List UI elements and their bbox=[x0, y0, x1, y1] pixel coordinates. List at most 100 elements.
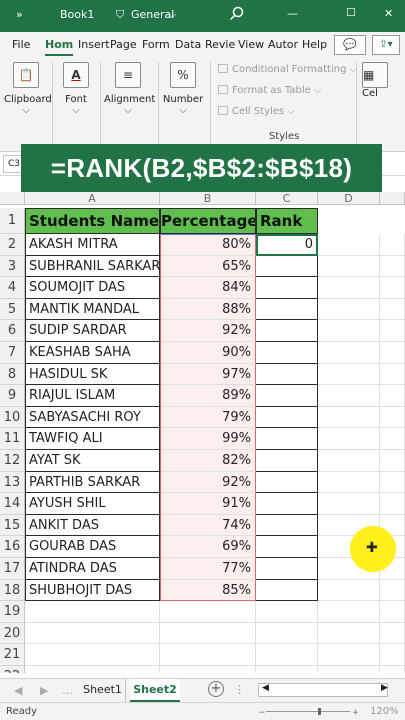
grid-cell[interactable] bbox=[318, 406, 380, 429]
header-cell-rank[interactable]: Rank bbox=[256, 208, 318, 234]
rank-cell[interactable] bbox=[256, 450, 318, 472]
comments-icon[interactable]: 💬 bbox=[334, 35, 366, 55]
grid-cell[interactable] bbox=[318, 428, 380, 450]
row-header[interactable]: 22 bbox=[0, 666, 25, 673]
row-header[interactable]: 1 bbox=[0, 208, 25, 234]
grid-cell[interactable] bbox=[380, 277, 405, 299]
row-header[interactable]: 10 bbox=[0, 406, 25, 429]
grid-cell[interactable] bbox=[318, 493, 380, 515]
rank-cell[interactable] bbox=[256, 471, 318, 494]
percentage-cell[interactable]: 91% bbox=[160, 493, 256, 515]
row-header[interactable]: 7 bbox=[0, 342, 25, 364]
rank-cell[interactable] bbox=[256, 363, 318, 386]
student-name-cell[interactable]: ATINDRA DAS bbox=[25, 558, 160, 580]
grid-cell[interactable] bbox=[380, 255, 405, 278]
rank-cell[interactable] bbox=[256, 255, 318, 278]
percentage-cell[interactable]: 84% bbox=[160, 277, 256, 299]
percentage-cell[interactable]: 92% bbox=[160, 471, 256, 494]
row-header[interactable]: 14 bbox=[0, 493, 25, 515]
grid-cell[interactable] bbox=[380, 450, 405, 472]
grid-cell[interactable] bbox=[380, 234, 405, 256]
grid-cell[interactable] bbox=[318, 579, 380, 602]
font-group[interactable]: A Font ⌵ bbox=[58, 62, 94, 116]
alignment-group[interactable]: ≡ Alignment ⌵ bbox=[104, 62, 155, 116]
row-header[interactable]: 15 bbox=[0, 514, 25, 537]
share-icon[interactable]: ⇪▾ bbox=[372, 35, 400, 55]
row-header[interactable]: 6 bbox=[0, 320, 25, 342]
rank-cell[interactable] bbox=[256, 428, 318, 450]
student-name-cell[interactable]: AYAT SK bbox=[25, 450, 160, 472]
rank-cell[interactable] bbox=[256, 579, 318, 602]
grid-cell[interactable] bbox=[160, 666, 256, 673]
header-cell-percentage[interactable]: Percentage bbox=[160, 208, 256, 234]
grid-cell[interactable] bbox=[318, 277, 380, 299]
conditional-formatting-button[interactable]: Conditional Formatting ⌵ bbox=[218, 64, 357, 75]
grid-cell[interactable] bbox=[380, 342, 405, 364]
percentage-cell[interactable]: 80% bbox=[160, 234, 256, 256]
grid-cell[interactable] bbox=[380, 363, 405, 386]
format-as-table-button[interactable]: Format as Table ⌵ bbox=[218, 85, 322, 96]
restore-button[interactable]: ☐ bbox=[346, 6, 356, 19]
student-name-cell[interactable]: GOURAB DAS bbox=[25, 536, 160, 558]
rank-cell[interactable] bbox=[256, 298, 318, 321]
row-header[interactable]: 4 bbox=[0, 277, 25, 299]
horizontal-scrollbar[interactable] bbox=[258, 683, 388, 697]
row-header[interactable]: 8 bbox=[0, 363, 25, 386]
percentage-cell[interactable]: 79% bbox=[160, 406, 256, 429]
student-name-cell[interactable]: TAWFIQ ALI bbox=[25, 428, 160, 450]
grid-cell[interactable] bbox=[380, 320, 405, 342]
rank-cell[interactable] bbox=[256, 277, 318, 299]
cells-group[interactable]: ▦ Cel bbox=[362, 62, 402, 99]
percentage-cell[interactable]: 99% bbox=[160, 428, 256, 450]
grid-cell[interactable] bbox=[380, 493, 405, 515]
student-name-cell[interactable]: PARTHIB SARKAR bbox=[25, 471, 160, 494]
grid-cell[interactable] bbox=[318, 320, 380, 342]
tab-view[interactable]: View bbox=[238, 38, 264, 51]
tab-help[interactable]: Help bbox=[302, 38, 327, 51]
rank-cell[interactable] bbox=[256, 558, 318, 580]
rank-cell[interactable] bbox=[256, 385, 318, 407]
column-header-d[interactable]: D bbox=[318, 192, 380, 205]
file-name[interactable]: Book1 bbox=[60, 8, 94, 21]
grid-cell[interactable] bbox=[256, 666, 318, 673]
student-name-cell[interactable]: SABYASACHI ROY bbox=[25, 406, 160, 429]
percentage-cell[interactable]: 74% bbox=[160, 514, 256, 537]
grid-cell[interactable] bbox=[318, 234, 380, 256]
grid-cell[interactable] bbox=[256, 644, 318, 666]
cell-styles-button[interactable]: Cell Styles ⌵ bbox=[218, 106, 295, 117]
rank-cell[interactable] bbox=[256, 342, 318, 364]
percentage-cell[interactable]: 92% bbox=[160, 320, 256, 342]
column-header-c[interactable]: C bbox=[256, 192, 318, 205]
grid-cell[interactable] bbox=[318, 666, 380, 673]
percentage-cell[interactable]: 65% bbox=[160, 255, 256, 278]
tab-home[interactable]: Hom bbox=[45, 38, 74, 56]
grid-cell[interactable] bbox=[256, 601, 318, 623]
zoom-level[interactable]: 120% bbox=[370, 706, 399, 717]
percentage-cell[interactable]: 85% bbox=[160, 579, 256, 602]
sheet-tab-sheet1[interactable]: Sheet1 bbox=[80, 679, 126, 702]
student-name-cell[interactable]: SOUMOJIT DAS bbox=[25, 277, 160, 299]
tab-insert[interactable]: Insert bbox=[78, 38, 110, 51]
student-name-cell[interactable]: SUBHRANIL SARKAR bbox=[25, 255, 160, 278]
clipboard-group[interactable]: 📋 Clipboard ⌵ bbox=[4, 62, 52, 116]
row-header[interactable]: 11 bbox=[0, 428, 25, 450]
select-all-corner[interactable] bbox=[0, 192, 25, 205]
grid-cell[interactable] bbox=[25, 601, 160, 623]
row-header[interactable]: 18 bbox=[0, 579, 25, 602]
rank-cell[interactable] bbox=[256, 320, 318, 342]
tab-formulas[interactable]: Form bbox=[142, 38, 170, 51]
scroll-right-icon[interactable]: ▶ bbox=[381, 683, 388, 693]
row-header[interactable]: 17 bbox=[0, 558, 25, 580]
column-header-a[interactable]: A bbox=[25, 192, 160, 205]
grid-cell[interactable] bbox=[160, 601, 256, 623]
zoom-slider[interactable]: − + bbox=[258, 707, 360, 718]
student-name-cell[interactable]: KEASHAB SAHA bbox=[25, 342, 160, 364]
grid-cell[interactable] bbox=[380, 579, 405, 602]
student-name-cell[interactable]: AKASH MITRA bbox=[25, 234, 160, 256]
rank-cell[interactable] bbox=[256, 536, 318, 558]
chevron-down-icon[interactable]: ⌵ bbox=[168, 8, 176, 22]
more-sheets-icon[interactable]: … bbox=[62, 684, 73, 697]
next-sheet-icon[interactable]: ▶ bbox=[40, 684, 48, 697]
student-name-cell[interactable]: SHUBHOJIT DAS bbox=[25, 579, 160, 602]
student-name-cell[interactable]: AYUSH SHIL bbox=[25, 493, 160, 515]
